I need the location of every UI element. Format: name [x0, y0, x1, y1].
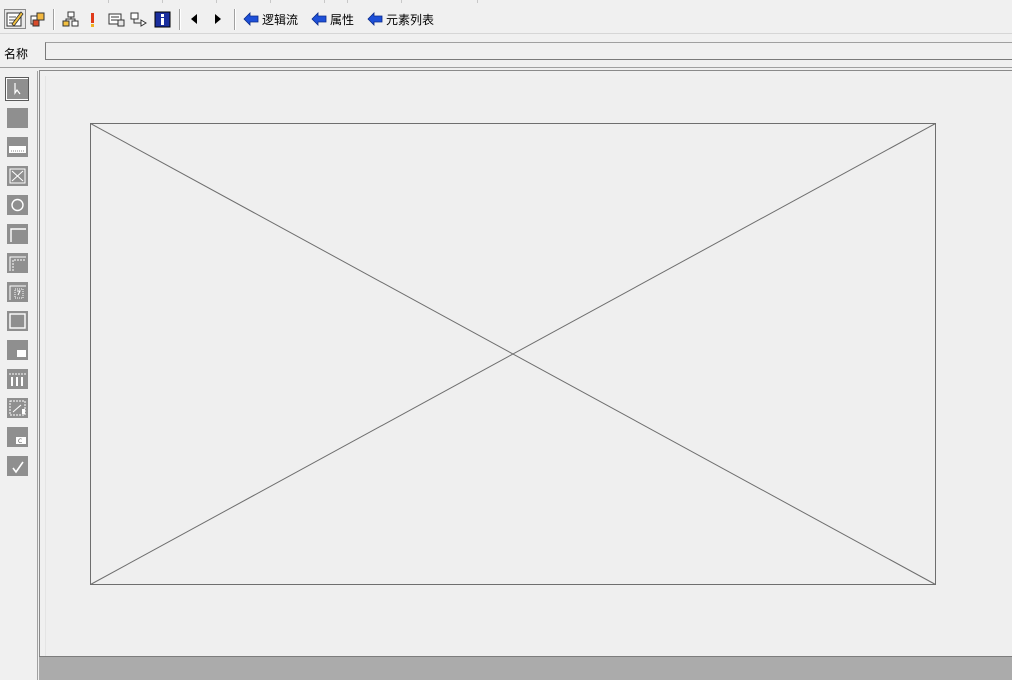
input-tool-icon	[6, 137, 28, 157]
properties-button[interactable]	[105, 9, 127, 29]
properties-label: 属性	[330, 12, 355, 27]
edit-form-button[interactable]	[4, 9, 26, 29]
svg-text:C: C	[18, 438, 22, 445]
exclamation-icon	[91, 12, 94, 27]
edit-form-icon	[6, 11, 24, 27]
back-triangle-icon	[191, 14, 197, 24]
checklist-tool[interactable]	[5, 280, 29, 304]
properties-icon	[108, 13, 125, 26]
frame-tool[interactable]	[5, 222, 29, 246]
container-tool[interactable]	[5, 309, 29, 333]
hierarchy-icon	[62, 11, 78, 26]
table-tool[interactable]	[5, 367, 29, 391]
caption-tool-icon: C	[6, 427, 28, 447]
grid-tool-icon	[6, 398, 28, 418]
main-toolbar: 逻辑流 属性 元素列表	[0, 5, 1012, 34]
info-icon	[154, 11, 170, 27]
flow-button[interactable]	[129, 9, 149, 29]
group-tool-icon	[6, 253, 28, 273]
box-tool-icon	[6, 108, 28, 128]
frame-tool-icon	[6, 224, 28, 244]
header-divider	[0, 67, 1012, 68]
image-tool-icon	[6, 166, 28, 186]
panel-tool-icon	[6, 340, 28, 360]
toolbar-separator	[234, 9, 236, 30]
checkbox-tool[interactable]	[5, 454, 29, 478]
info-button[interactable]	[152, 9, 172, 29]
arrow-left-icon	[243, 12, 259, 26]
palette-splitter[interactable]	[37, 71, 38, 680]
logic-flow-link[interactable]: 逻辑流	[243, 9, 298, 29]
element-list-label: 元素列表	[386, 12, 435, 27]
placeholder-element[interactable]	[90, 123, 937, 586]
group-tool[interactable]	[5, 251, 29, 275]
table-tool-icon	[6, 369, 28, 389]
checkbox-tool-icon	[6, 456, 28, 476]
toolbar-separator	[179, 9, 181, 30]
panel-tool[interactable]	[5, 338, 29, 362]
arrow-left-icon	[367, 12, 383, 26]
top-tab-strip	[0, 0, 1012, 4]
properties-link[interactable]: 属性	[311, 9, 354, 29]
forward-button[interactable]	[210, 9, 226, 29]
layout-button[interactable]	[28, 9, 48, 29]
back-button[interactable]	[186, 9, 202, 29]
pointer-tool-icon	[6, 79, 28, 99]
container-tool-icon	[6, 311, 28, 331]
name-input[interactable]	[45, 42, 1012, 60]
element-list-link[interactable]: 元素列表	[367, 9, 434, 29]
toolbar-separator	[53, 9, 55, 30]
forward-triangle-icon	[215, 14, 221, 24]
logic-flow-label: 逻辑流	[262, 12, 299, 27]
arrow-left-icon	[311, 12, 327, 26]
flow-icon	[130, 12, 147, 27]
checklist-tool-icon	[6, 282, 28, 302]
canvas-bottom-strip	[39, 656, 1012, 680]
tool-palette: C	[2, 73, 34, 493]
layout-icon	[30, 12, 44, 26]
radio-tool-icon	[6, 195, 28, 215]
exclamation-button[interactable]	[84, 9, 100, 29]
name-label: 名称	[4, 47, 29, 61]
radio-tool[interactable]	[5, 193, 29, 217]
input-tool[interactable]	[5, 135, 29, 159]
pointer-tool[interactable]	[5, 77, 29, 101]
caption-tool[interactable]: C	[5, 425, 29, 449]
box-tool[interactable]	[5, 106, 29, 130]
hierarchy-button[interactable]	[60, 9, 80, 29]
grid-tool[interactable]	[5, 396, 29, 420]
image-tool[interactable]	[5, 164, 29, 188]
name-row: 名称	[0, 37, 1012, 67]
